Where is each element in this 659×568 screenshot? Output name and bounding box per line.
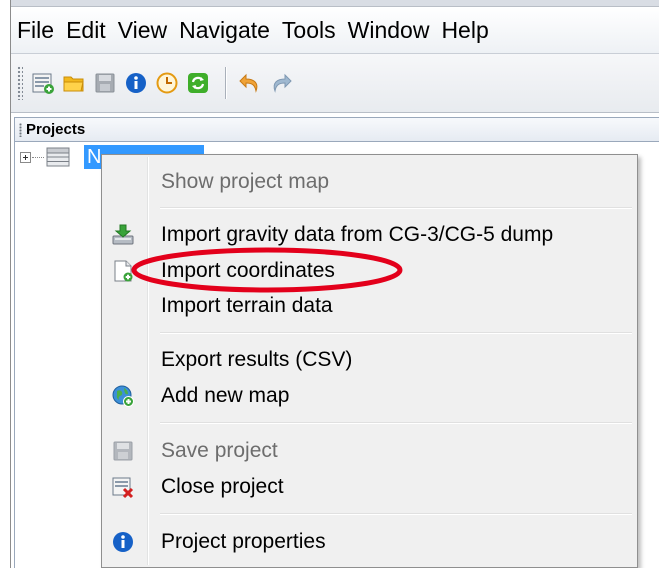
open-folder-icon bbox=[63, 76, 84, 92]
menu-separator bbox=[160, 513, 632, 515]
import-gravity-icon bbox=[110, 222, 136, 248]
new-project-button[interactable] bbox=[29, 68, 57, 98]
menu-item-label: Save project bbox=[161, 439, 278, 462]
menu-item-label: Project properties bbox=[161, 530, 326, 553]
menu-item-label: Add new map bbox=[161, 384, 290, 407]
refresh-icon bbox=[188, 73, 208, 93]
menu-edit[interactable]: Edit bbox=[60, 7, 112, 53]
import-document-icon bbox=[110, 258, 136, 284]
tree-node-label: N bbox=[87, 146, 102, 168]
tree-node-icon-wrap bbox=[46, 147, 80, 172]
undo-button[interactable] bbox=[236, 68, 264, 98]
context-menu: Show project map Import gravity data fro… bbox=[101, 154, 638, 568]
menu-item-label: Import terrain data bbox=[161, 294, 333, 317]
window-top-border bbox=[10, 0, 659, 7]
menu-item-label: Show project map bbox=[161, 170, 330, 193]
menu-item-label: Close project bbox=[161, 475, 284, 498]
menu-item-import-terrain[interactable]: Import terrain data bbox=[104, 288, 635, 324]
info-button[interactable] bbox=[122, 68, 150, 98]
undo-icon bbox=[239, 73, 258, 93]
clock-icon bbox=[156, 72, 178, 94]
menu-item-label: Import gravity data from CG-3/CG-5 dump bbox=[161, 223, 554, 246]
refresh-button[interactable] bbox=[184, 68, 212, 98]
tree-expand-toggle[interactable] bbox=[20, 152, 31, 163]
menu-navigate[interactable]: Navigate bbox=[173, 7, 276, 53]
menu-view[interactable]: View bbox=[112, 7, 173, 53]
menu-item-export-results[interactable]: Export results (CSV) bbox=[104, 342, 635, 378]
menu-separator bbox=[160, 422, 632, 424]
info-icon bbox=[126, 73, 146, 93]
toolbar bbox=[11, 54, 659, 113]
menu-separator bbox=[160, 207, 632, 209]
database-icon bbox=[46, 147, 70, 167]
info-icon bbox=[110, 529, 136, 555]
menu-window[interactable]: Window bbox=[342, 7, 436, 53]
save-disk-icon bbox=[110, 438, 136, 464]
menu-item-add-new-map[interactable]: Add new map bbox=[104, 378, 635, 414]
save-button[interactable] bbox=[91, 68, 119, 98]
menu-help[interactable]: Help bbox=[435, 7, 494, 53]
menu-item-close-project[interactable]: Close project bbox=[104, 469, 635, 505]
redo-button[interactable] bbox=[267, 68, 295, 98]
save-disk-icon bbox=[95, 73, 115, 93]
menu-item-label: Import coordinates bbox=[161, 259, 335, 282]
menu-item-import-coordinates[interactable]: Import coordinates bbox=[104, 253, 635, 289]
menu-item-save-project[interactable]: Save project bbox=[104, 433, 635, 469]
menu-item-label: Export results (CSV) bbox=[161, 348, 353, 371]
menu-separator bbox=[160, 332, 632, 334]
toolbar-grip[interactable] bbox=[17, 66, 23, 100]
tree-connector bbox=[32, 157, 44, 159]
globe-add-icon bbox=[110, 383, 136, 409]
toolbar-separator bbox=[225, 67, 226, 99]
menu-tools[interactable]: Tools bbox=[276, 7, 342, 53]
projects-panel-header: Projects bbox=[14, 117, 659, 142]
clock-button[interactable] bbox=[153, 68, 181, 98]
menu-item-show-project-map[interactable]: Show project map bbox=[104, 164, 635, 200]
menu-file[interactable]: File bbox=[11, 7, 60, 53]
close-project-icon bbox=[110, 474, 136, 500]
projects-panel-title: Projects bbox=[26, 121, 86, 138]
menu-item-import-gravity[interactable]: Import gravity data from CG-3/CG-5 dump bbox=[104, 217, 635, 253]
menu-item-project-properties[interactable]: Project properties bbox=[104, 524, 635, 560]
open-project-button[interactable] bbox=[60, 68, 88, 98]
menu-bar: File Edit View Navigate Tools Window Hel… bbox=[11, 7, 659, 54]
new-project-icon bbox=[32, 73, 54, 94]
panel-grip[interactable] bbox=[19, 122, 22, 137]
redo-icon bbox=[273, 73, 292, 93]
